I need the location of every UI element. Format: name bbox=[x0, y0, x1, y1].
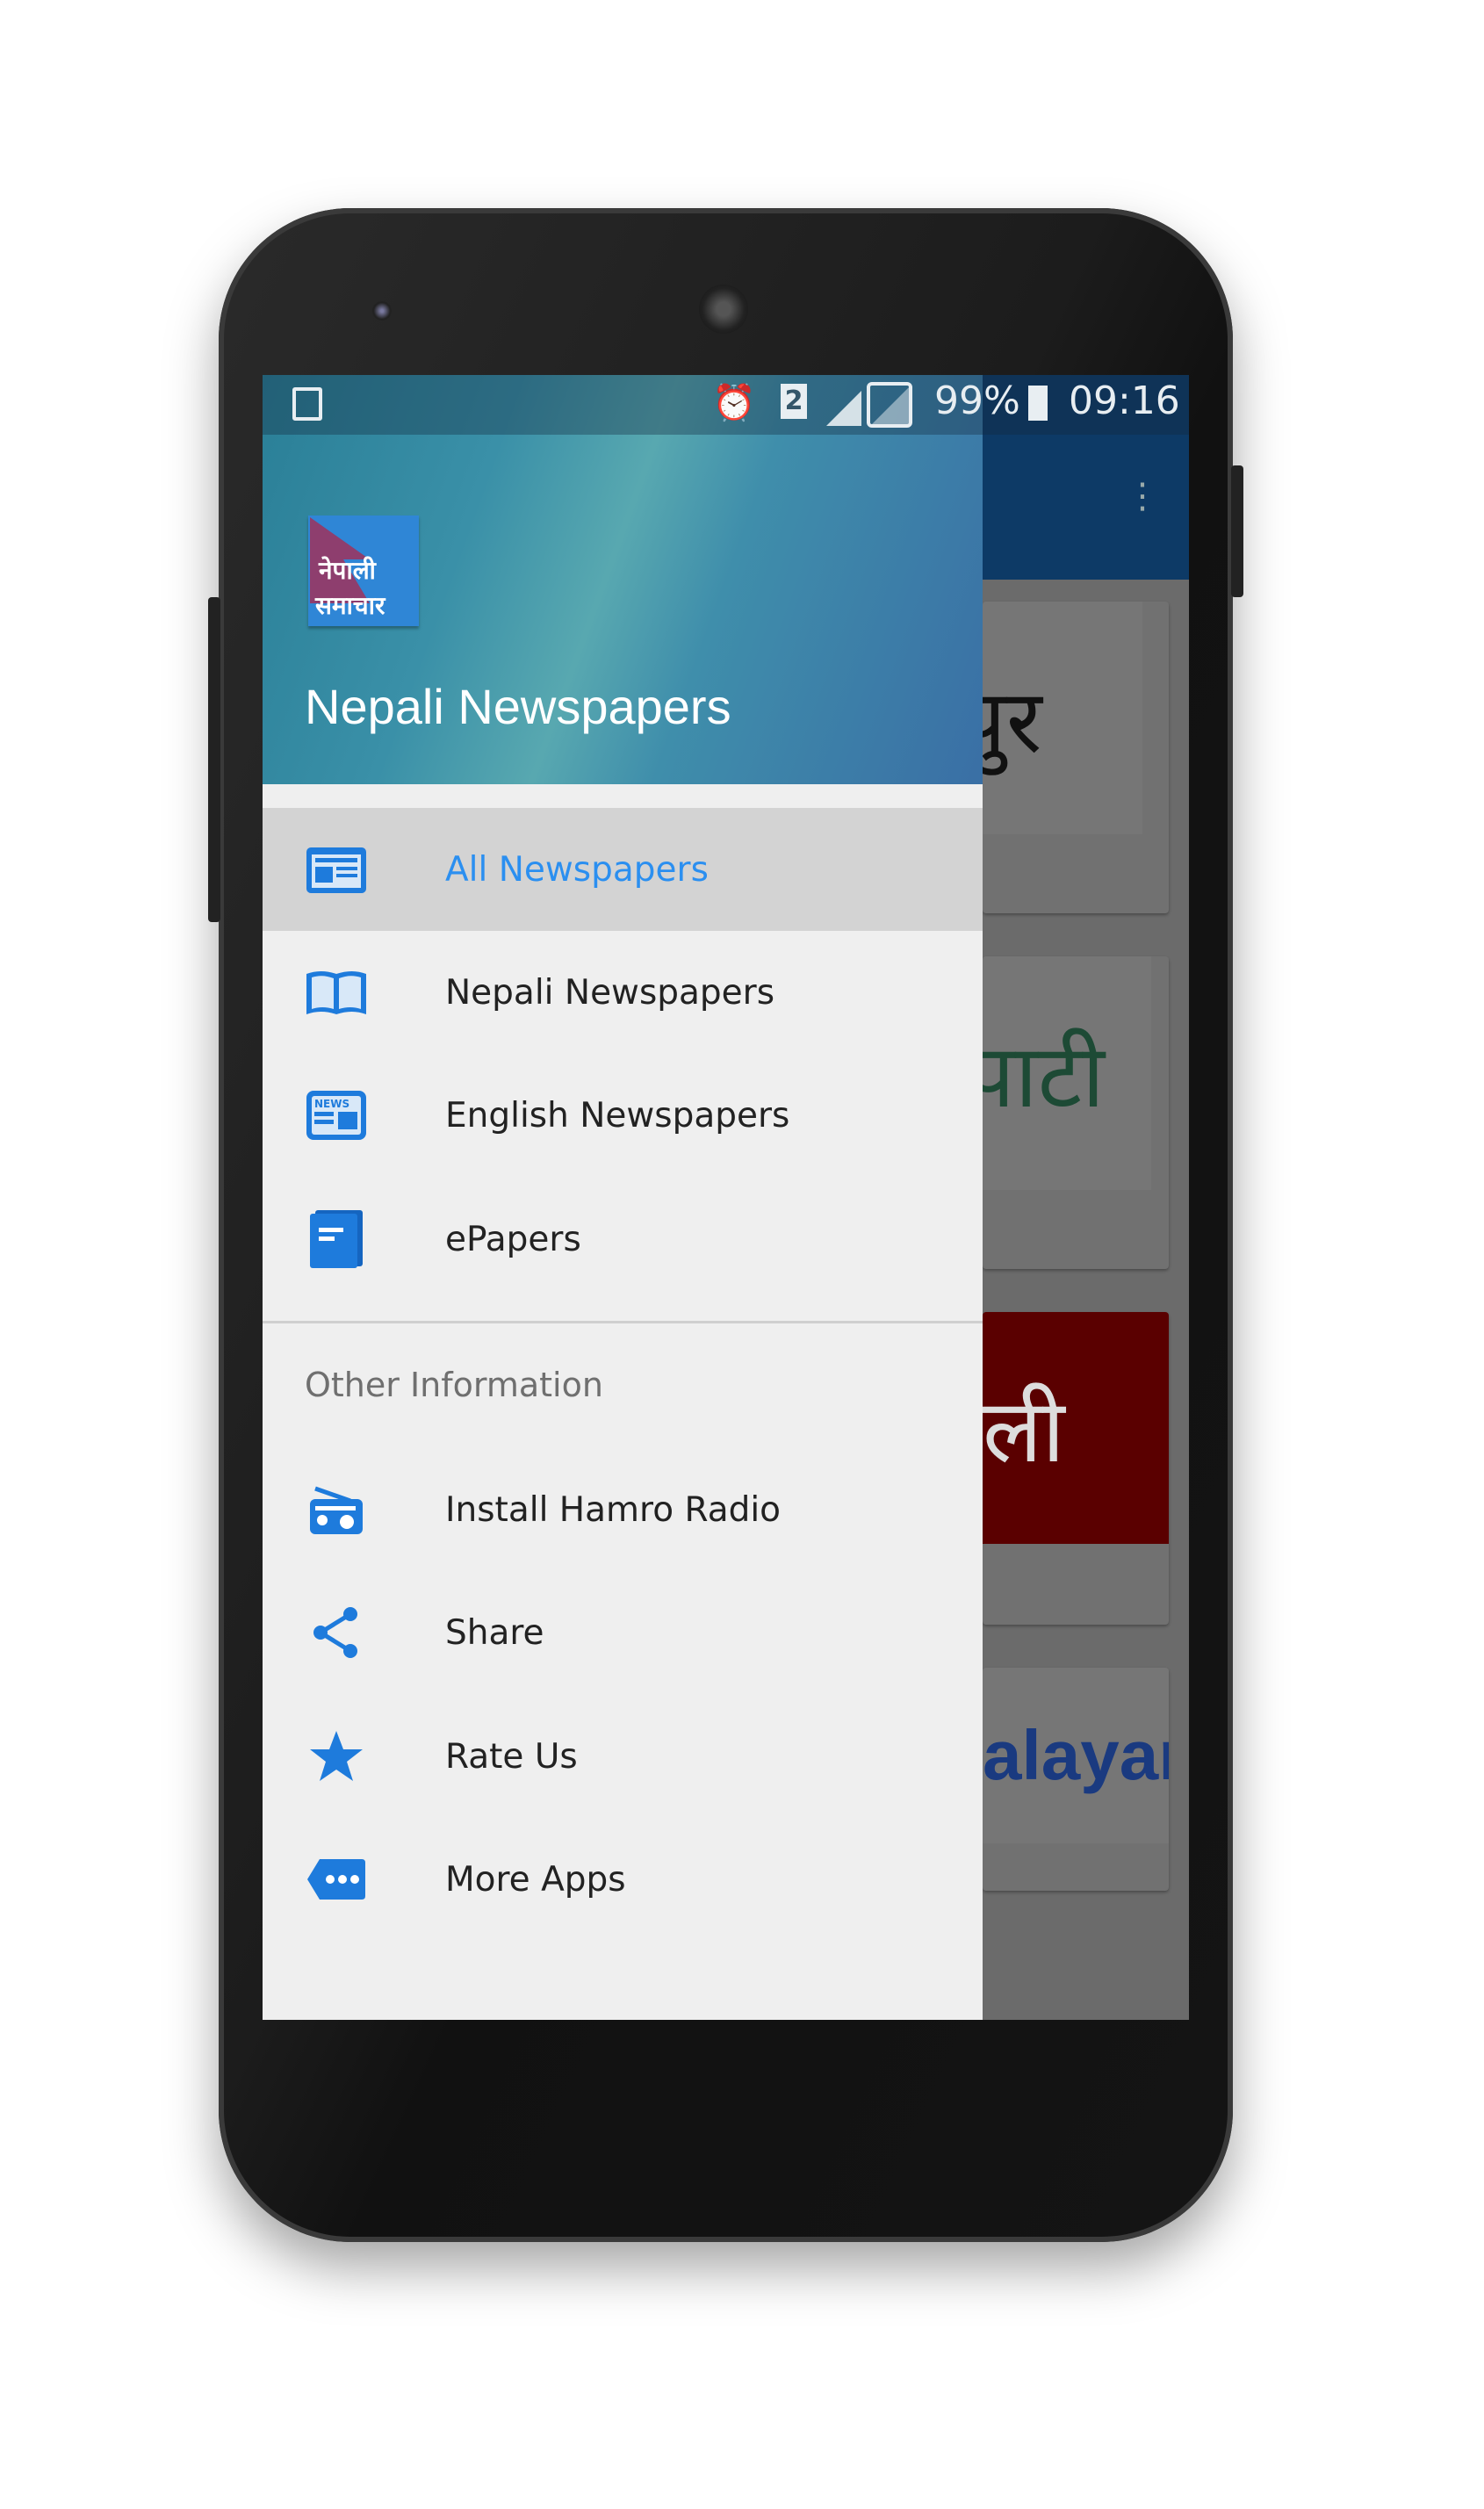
newspaper-icon bbox=[301, 844, 371, 895]
svg-text:समाचार: समाचार bbox=[314, 591, 386, 620]
drawer-item-share[interactable]: Share bbox=[263, 1571, 983, 1694]
drawer-item-epapers[interactable]: ePapers bbox=[263, 1178, 983, 1301]
drawer-item-label: English Newspapers bbox=[445, 1095, 790, 1136]
card-logo: ली bbox=[983, 1312, 1169, 1544]
drawer-item-nepali-newspapers[interactable]: Nepali Newspapers bbox=[263, 931, 983, 1054]
drawer-item-label: Install Hamro Radio bbox=[445, 1489, 782, 1530]
drawer-item-label: Nepali Newspapers bbox=[445, 972, 775, 1013]
drawer-item-label: All Newspapers bbox=[445, 849, 709, 890]
drawer-item-english-newspapers[interactable]: NEWS English Newspapers bbox=[263, 1054, 983, 1177]
section-title: Other Information bbox=[305, 1366, 603, 1404]
drawer-item-label: Share bbox=[445, 1612, 544, 1653]
sim-icon: 2 bbox=[781, 384, 807, 419]
gallery-notification-icon bbox=[292, 387, 322, 421]
card-logo: पुर bbox=[983, 602, 1142, 834]
newspaper-card[interactable]: पुर bbox=[983, 602, 1169, 913]
radio-icon bbox=[301, 1483, 371, 1536]
more-icon bbox=[301, 1857, 371, 1901]
overflow-menu-icon[interactable]: ⋮ bbox=[1125, 479, 1160, 533]
drawer-item-rate-us[interactable]: Rate Us bbox=[263, 1695, 983, 1818]
drawer-item-install-hamro-radio[interactable]: Install Hamro Radio bbox=[263, 1448, 983, 1571]
drawer-item-more-apps[interactable]: More Apps bbox=[263, 1818, 983, 1941]
newspaper-card[interactable]: ली bbox=[983, 1312, 1169, 1625]
newspaper-card[interactable]: alayan bbox=[983, 1668, 1169, 1891]
screen: ⋮ पुर पाटी ली alayan नेपाली समाचार Nepali… bbox=[263, 375, 1189, 2020]
navigation-drawer: नेपाली समाचार Nepali Newspapers ⏰ 2 99% 0… bbox=[263, 375, 1189, 2020]
svg-text:नेपाली: नेपाली bbox=[318, 556, 378, 585]
battery-percent: 99% bbox=[934, 379, 1020, 423]
app-logo: नेपाली समाचार bbox=[308, 515, 419, 626]
card-logo: पाटी bbox=[983, 956, 1151, 1190]
alarm-icon: ⏰ bbox=[712, 383, 756, 423]
open-book-icon bbox=[301, 967, 371, 1018]
drawer-item-label: Rate Us bbox=[445, 1736, 578, 1777]
battery-icon bbox=[1028, 386, 1048, 421]
newspaper-card[interactable]: पाटी bbox=[983, 956, 1169, 1269]
card-logo: alayan bbox=[983, 1668, 1169, 1843]
signal-icon bbox=[826, 382, 912, 428]
divider bbox=[263, 1321, 983, 1323]
star-icon bbox=[301, 1729, 371, 1784]
share-icon bbox=[301, 1605, 371, 1660]
drawer-item-all-newspapers[interactable]: All Newspapers bbox=[263, 808, 983, 931]
news-icon: NEWS bbox=[301, 1089, 371, 1142]
earpiece-speaker bbox=[699, 285, 748, 334]
svg-text:NEWS: NEWS bbox=[314, 1098, 349, 1110]
power-button bbox=[1231, 465, 1243, 597]
drawer-item-label: More Apps bbox=[445, 1859, 626, 1900]
clock: 09:16 bbox=[1069, 379, 1180, 423]
front-camera bbox=[372, 301, 392, 321]
drawer-header: नेपाली समाचार Nepali Newspapers bbox=[263, 375, 983, 784]
status-bar: ⏰ 2 99% 09:16 bbox=[263, 375, 1189, 435]
epaper-icon bbox=[301, 1208, 371, 1270]
volume-button bbox=[208, 597, 220, 922]
drawer-item-label: ePapers bbox=[445, 1219, 581, 1259]
drawer-title: Nepali Newspapers bbox=[305, 679, 731, 734]
